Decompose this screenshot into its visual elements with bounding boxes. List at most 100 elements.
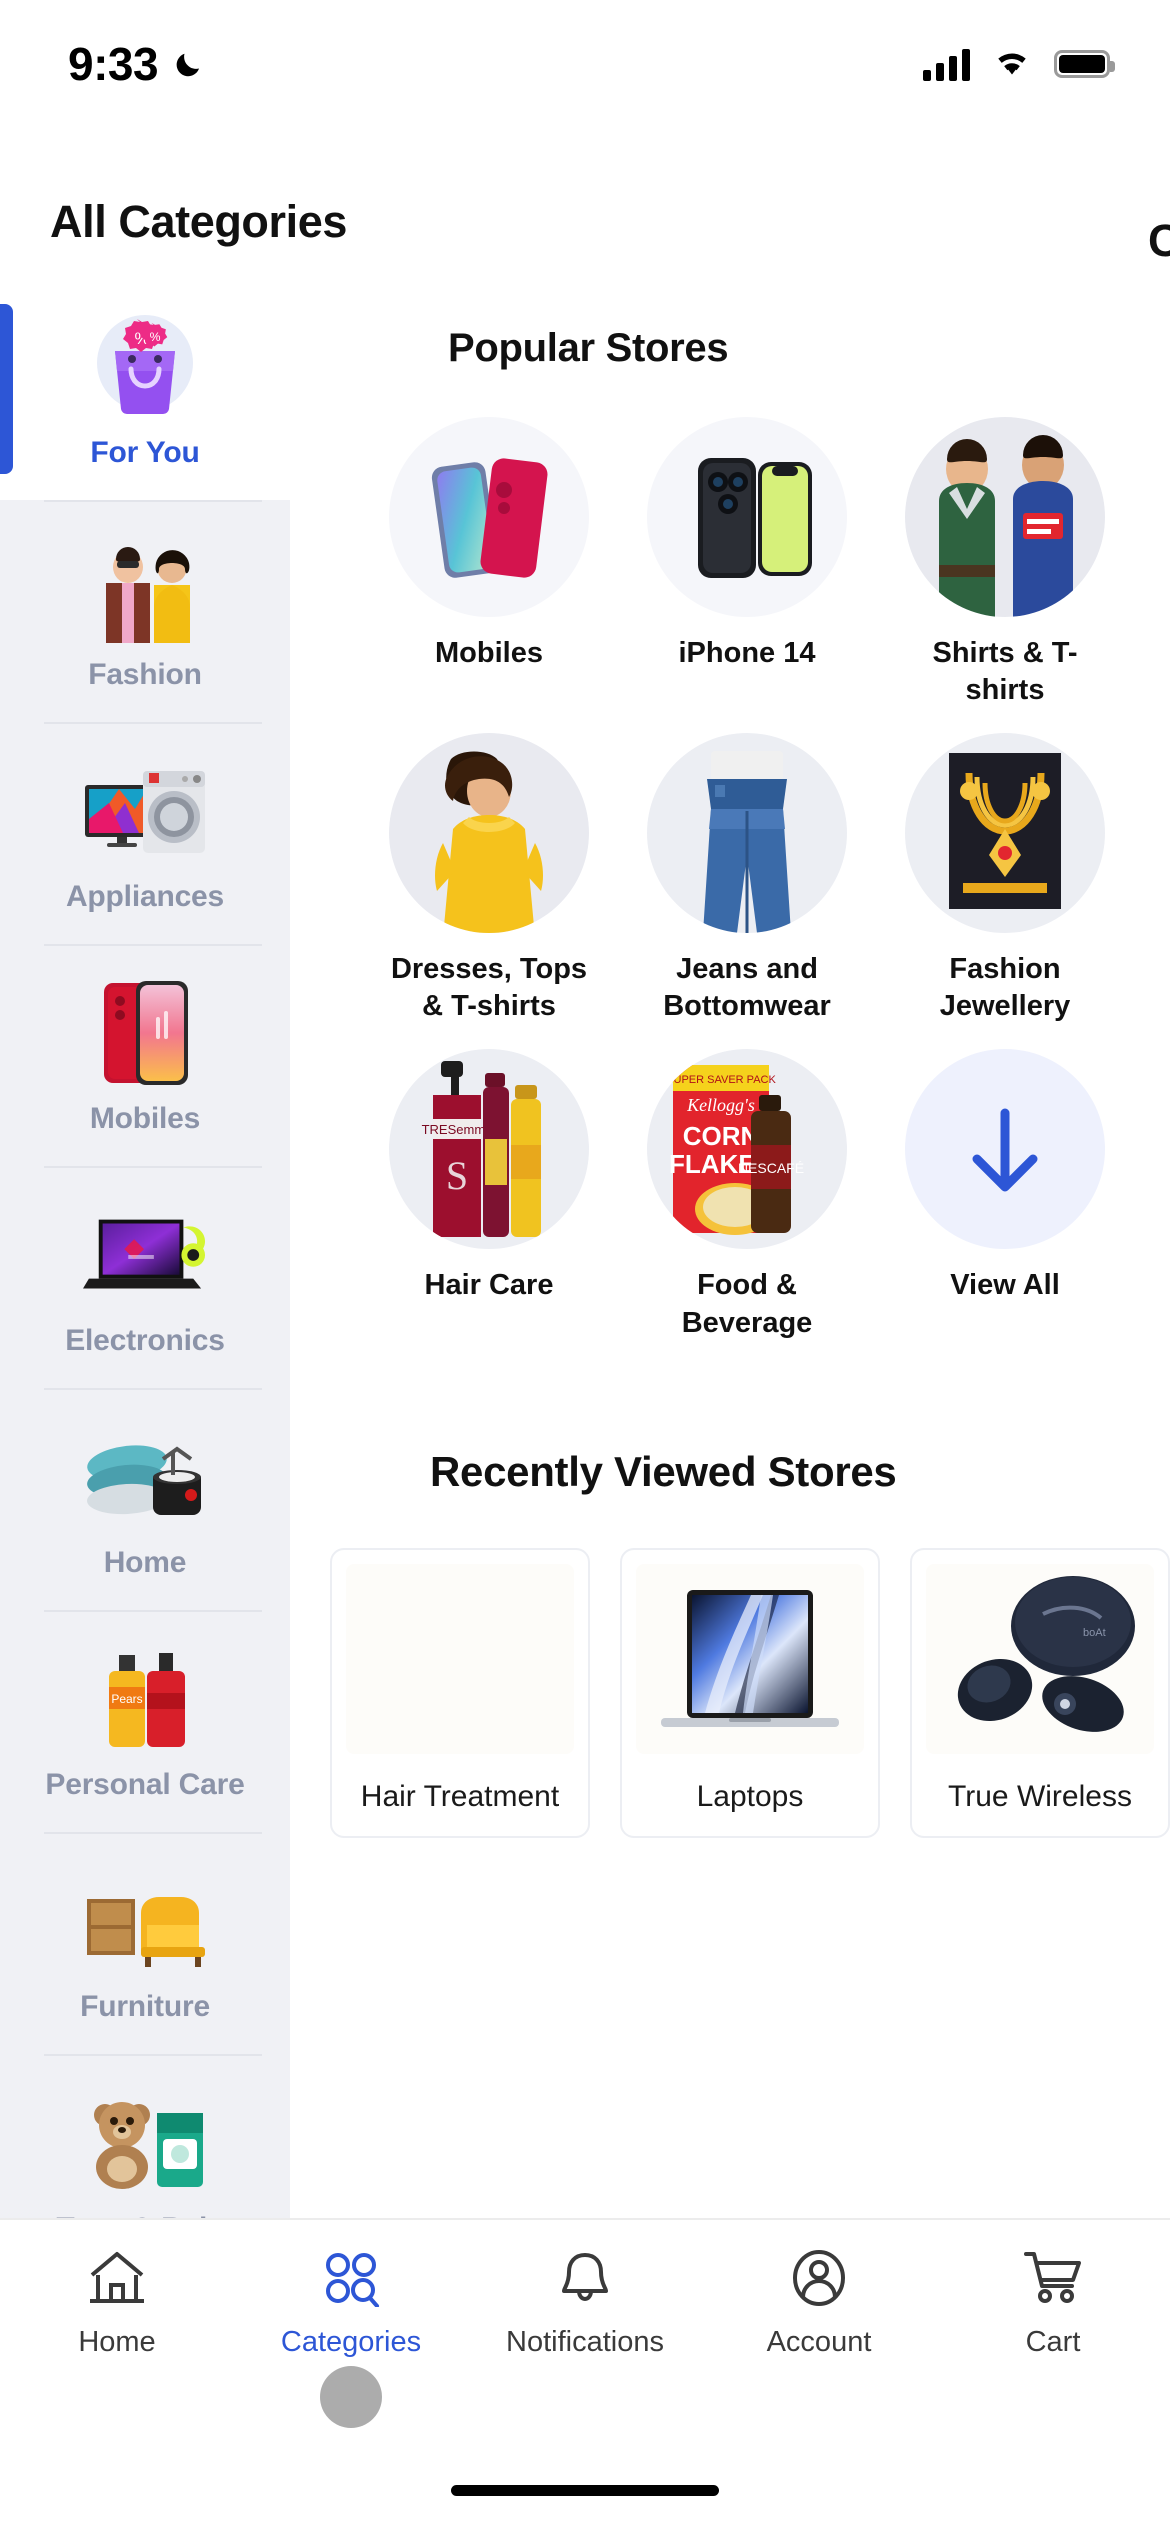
gaming-laptop-icon (83, 1196, 207, 1314)
tab-home[interactable]: Home (0, 2246, 234, 2420)
recently-viewed-row[interactable]: Hair Treatment Laptops boAt True Wireles… (330, 1547, 1170, 1838)
bell-icon (556, 2246, 614, 2310)
shopping-bag-offers-icon: % % (83, 308, 207, 426)
popular-stores-title: Popular Stores (448, 326, 729, 370)
sidebar-item-label: Electronics (65, 1324, 225, 1357)
perfume-bottles-icon: Pears (83, 1640, 207, 1758)
tab-label: Notifications (506, 2326, 664, 2358)
cart-icon (1023, 2246, 1083, 2310)
content-area: % % For You Fashion Appliances Mobiles E… (0, 278, 1170, 2218)
store-item-view-all[interactable]: View All (876, 1049, 1134, 1341)
wifi-icon (992, 47, 1032, 82)
tab-label: Cart (1025, 2326, 1081, 2358)
sidebar-item-label: Furniture (80, 1990, 210, 2023)
store-label: Dresses, Tops & T-shirts (390, 953, 588, 1023)
gold-necklace-icon (905, 733, 1105, 934)
sidebar-item-for-you[interactable]: % % For You (0, 278, 290, 500)
sidebar-item-label: Appliances (65, 880, 225, 913)
crescent-moon-icon (172, 47, 206, 81)
offscreen-title-fragment: C (1148, 215, 1170, 266)
store-label: View All (950, 1269, 1060, 1302)
svg-text:Kellogg's: Kellogg's (686, 1095, 755, 1115)
store-label: Mobiles (435, 637, 543, 669)
sidebar-item-home[interactable]: Home (0, 1388, 290, 1610)
svg-text:%: % (150, 330, 161, 344)
shampoo-bottles-icon: TRESemmé S (389, 1049, 589, 1250)
sidebar-item-fashion[interactable]: Fashion (0, 500, 290, 722)
home-icon (86, 2246, 148, 2310)
store-item-iphone-14[interactable]: iPhone 14 (618, 417, 876, 709)
sidebar-item-appliances[interactable]: Appliances (0, 722, 290, 944)
store-label: Jeans and Bottomwear (663, 953, 831, 1023)
sidebar-item-label: Mobiles (89, 1102, 201, 1135)
blue-jeans-icon (647, 733, 847, 934)
popular-stores-grid: Mobiles iPhone 14 Shirts & T-shirts Dres… (360, 417, 1134, 1342)
svg-text:SUPER SAVER PACK: SUPER SAVER PACK (666, 1074, 776, 1086)
sidebar-item-furniture[interactable]: Furniture (0, 1832, 290, 2054)
store-item-jeans-bottomwear[interactable]: Jeans and Bottomwear (618, 733, 876, 1025)
store-item-hair-care[interactable]: TRESemmé S Hair Care (360, 1049, 618, 1341)
recently-viewed-title: Recently Viewed Stores (430, 1447, 897, 1495)
cornflakes-coffee-icon: SUPER SAVER PACK Kellogg's CORN FLAKES N… (647, 1049, 847, 1250)
recent-card-laptops[interactable]: Laptops (620, 1547, 880, 1838)
store-label: Shirts & T-shirts (932, 637, 1078, 707)
svg-text:Pears: Pears (111, 1692, 142, 1706)
user-circle-icon (790, 2246, 848, 2310)
tab-label: Categories (280, 2326, 422, 2358)
category-sidebar[interactable]: % % For You Fashion Appliances Mobiles E… (0, 278, 290, 2218)
sidebar-item-label: Home (103, 1546, 187, 1579)
phone-screen: 9:33 All Categories C % % For You Fashio… (0, 0, 1170, 2532)
recent-card-hair-treatment[interactable]: Hair Treatment (330, 1547, 590, 1838)
store-label: Fashion Jewellery (939, 953, 1071, 1023)
svg-text:NESCAFÉ: NESCAFÉ (738, 1160, 804, 1176)
mens-shirts-icon (905, 417, 1105, 617)
store-label: Food & Beverage (681, 1269, 813, 1339)
tab-notifications[interactable]: Notifications (468, 2246, 702, 2420)
iphone-14-icon (647, 417, 847, 617)
categories-grid-icon (320, 2246, 382, 2310)
main-content: Popular Stores Mobiles iPhone 14 Shirts … (290, 278, 1170, 2218)
hair-treatment-icon (346, 1563, 574, 1754)
status-bar-left: 9:33 (68, 37, 206, 91)
teddy-bear-diapers-icon (83, 2084, 207, 2202)
store-item-food-beverage[interactable]: SUPER SAVER PACK Kellogg's CORN FLAKES N… (618, 1049, 876, 1341)
tab-label: Home (78, 2326, 156, 2358)
store-label: iPhone 14 (678, 637, 816, 669)
tab-categories[interactable]: Categories (234, 2246, 468, 2428)
status-bar-right (923, 47, 1115, 82)
recent-card-label: True Wireless (948, 1779, 1132, 1813)
two-smartphones-icon (389, 417, 589, 617)
bottom-navigation: Home Categories Notifications Account Ca… (0, 2218, 1170, 2532)
store-item-mobiles[interactable]: Mobiles (360, 417, 618, 709)
macbook-air-icon (636, 1563, 864, 1754)
active-indicator-bar (0, 304, 13, 474)
store-item-fashion-jewellery[interactable]: Fashion Jewellery (876, 733, 1134, 1025)
tab-cart[interactable]: Cart (936, 2246, 1170, 2420)
home-indicator[interactable] (451, 2485, 719, 2496)
sidebar-item-toys-baby[interactable]: Toys & Baby (0, 2054, 290, 2218)
status-time: 9:33 (68, 38, 159, 90)
sidebar-item-label: Fashion (88, 658, 202, 691)
arrow-down-icon (905, 1049, 1105, 1250)
sidebar-item-personal-care[interactable]: Pears Personal Care (0, 1610, 290, 1832)
sidebar-item-mobiles[interactable]: Mobiles (0, 944, 290, 1166)
svg-text:S: S (446, 1153, 468, 1198)
cellular-signal-icon (923, 47, 970, 81)
store-item-shirts-tshirts[interactable]: Shirts & T-shirts (876, 417, 1134, 709)
page-title: All Categories (50, 196, 347, 247)
tv-washing-machine-icon (83, 752, 207, 870)
svg-text:boAt: boAt (1083, 1627, 1106, 1639)
tab-account[interactable]: Account (702, 2246, 936, 2420)
tab-label: Account (766, 2326, 872, 2358)
recent-card-label: Laptops (696, 1779, 804, 1813)
battery-full-icon (1054, 50, 1115, 78)
armchair-icon (83, 1862, 207, 1980)
recent-card-true-wireless[interactable]: boAt True Wireless (910, 1547, 1170, 1838)
sidebar-item-electronics[interactable]: Electronics (0, 1166, 290, 1388)
status-bar: 9:33 (0, 0, 1170, 100)
recent-card-label: Hair Treatment (360, 1779, 560, 1813)
store-item-dresses-tops-tshirts[interactable]: Dresses, Tops & T-shirts (360, 733, 618, 1025)
yellow-dress-icon (389, 733, 589, 934)
touch-indicator (320, 2366, 382, 2428)
store-label: Hair Care (424, 1269, 554, 1302)
